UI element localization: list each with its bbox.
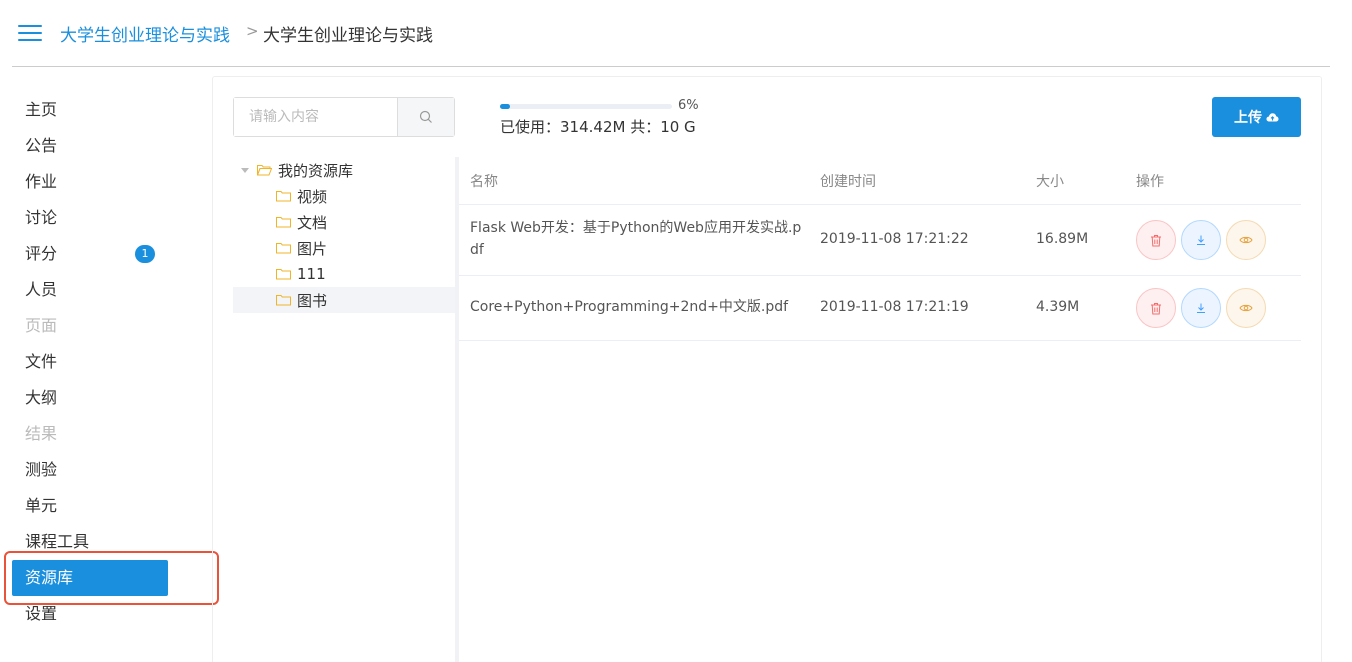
table-row: Flask Web开发：基于Python的Web应用开发实战.pdf 2019-… <box>459 205 1301 276</box>
upload-button-label: 上传 <box>1234 110 1262 126</box>
sidebar-item-label: 设置 <box>25 604 58 623</box>
sidebar-item-label: 测验 <box>25 460 58 479</box>
file-size: 4.39M <box>1036 299 1080 315</box>
tree-node-label: 图书 <box>297 291 328 310</box>
column-header-size: 大小 <box>1036 174 1064 190</box>
sidebar-item-course-tools[interactable]: 课程工具 <box>12 524 168 560</box>
sidebar-item-settings[interactable]: 设置 <box>12 596 168 632</box>
download-button[interactable] <box>1181 288 1221 328</box>
tree-node-label: 图片 <box>297 239 328 258</box>
sidebar-item-label: 人员 <box>25 280 58 299</box>
breadcrumb-course-link[interactable]: 大学生创业理论与实践 <box>60 21 230 46</box>
storage-progress-bar <box>500 104 672 109</box>
column-header-name: 名称 <box>470 174 498 190</box>
menu-toggle-icon[interactable] <box>18 25 42 41</box>
sidebar-item-modules[interactable]: 单元 <box>12 488 168 524</box>
tree-node-books[interactable]: 图书 <box>233 287 455 313</box>
delete-icon <box>1151 302 1161 314</box>
sidebar-item-label: 单元 <box>25 496 58 515</box>
sidebar-item-outcomes: 结果 <box>12 416 168 452</box>
sidebar-item-label: 讨论 <box>25 208 58 227</box>
sidebar-item-label: 作业 <box>25 172 58 191</box>
view-icon <box>1239 236 1253 244</box>
storage-usage-text: 已使用：314.42M 共：10 G <box>500 118 696 136</box>
search-box <box>233 97 455 137</box>
tree-node-root[interactable]: 我的资源库 <box>241 157 455 183</box>
caret-down-icon[interactable] <box>241 167 249 173</box>
download-button[interactable] <box>1181 220 1221 260</box>
folder-open-icon <box>257 165 272 176</box>
sidebar-item-label: 资源库 <box>25 568 74 587</box>
delete-icon <box>1151 234 1161 246</box>
sidebar-item-label: 课程工具 <box>25 532 90 551</box>
sidebar-item-label: 公告 <box>25 136 58 155</box>
tree-node-label: 我的资源库 <box>278 161 354 180</box>
sidebar-item-pages: 页面 <box>12 308 168 344</box>
tree-node-label: 111 <box>297 265 326 283</box>
cloud-upload-icon <box>1266 112 1279 121</box>
sidebar-item-quizzes[interactable]: 测验 <box>12 452 168 488</box>
sidebar-item-syllabus[interactable]: 大纲 <box>12 380 168 416</box>
storage-percent: 6% <box>678 98 699 113</box>
folder-icon <box>276 269 291 280</box>
search-button[interactable] <box>398 98 454 136</box>
breadcrumb-current: 大学生创业理论与实践 <box>263 26 433 46</box>
upload-button[interactable]: 上传 <box>1212 97 1301 137</box>
tree-node-111[interactable]: 111 <box>233 261 455 287</box>
breadcrumb-separator: > <box>246 22 259 40</box>
file-name[interactable]: Core+Python+Programming+2nd+中文版.pdf <box>470 296 805 318</box>
folder-icon <box>276 295 291 306</box>
delete-button[interactable] <box>1136 288 1176 328</box>
view-icon <box>1239 304 1253 312</box>
file-name[interactable]: Flask Web开发：基于Python的Web应用开发实战.pdf <box>470 217 805 261</box>
folder-icon <box>276 243 291 254</box>
sidebar-item-home[interactable]: 主页 <box>12 92 168 128</box>
folder-icon <box>276 217 291 228</box>
table-row: Core+Python+Programming+2nd+中文版.pdf 2019… <box>459 276 1301 341</box>
sidebar-item-label: 结果 <box>25 424 58 443</box>
column-header-actions: 操作 <box>1136 174 1164 190</box>
folder-icon <box>276 191 291 202</box>
preview-button[interactable] <box>1226 288 1266 328</box>
sidebar-item-grades[interactable]: 评分 1 <box>12 236 168 272</box>
row-divider <box>459 340 1301 341</box>
search-icon <box>419 110 432 123</box>
tree-node-label: 视频 <box>297 187 328 206</box>
sidebar-item-files[interactable]: 文件 <box>12 344 168 380</box>
sidebar-item-label: 页面 <box>25 316 58 335</box>
delete-button[interactable] <box>1136 220 1176 260</box>
sidebar-item-label: 大纲 <box>25 388 58 407</box>
sidebar-item-discussions[interactable]: 讨论 <box>12 200 168 236</box>
sidebar-item-label: 主页 <box>25 100 58 119</box>
sidebar-item-assignments[interactable]: 作业 <box>12 164 168 200</box>
tree-node-images[interactable]: 图片 <box>233 235 455 261</box>
storage-progress-fill <box>500 104 511 109</box>
sidebar-item-resource-library[interactable]: 资源库 <box>12 560 168 596</box>
sidebar-item-label: 评分 <box>25 244 58 263</box>
sidebar-item-announcements[interactable]: 公告 <box>12 128 168 164</box>
tree-node-label: 文档 <box>297 213 328 232</box>
header-divider <box>12 66 1330 67</box>
sidebar-item-label: 文件 <box>25 352 58 371</box>
download-icon <box>1197 235 1205 245</box>
search-input[interactable] <box>234 98 398 136</box>
grades-count-badge: 1 <box>135 245 155 263</box>
sidebar-item-people[interactable]: 人员 <box>12 272 168 308</box>
tree-node-videos[interactable]: 视频 <box>233 183 455 209</box>
preview-button[interactable] <box>1226 220 1266 260</box>
file-created: 2019-11-08 17:21:22 <box>820 231 969 247</box>
file-size: 16.89M <box>1036 231 1089 247</box>
download-icon <box>1197 303 1205 313</box>
column-header-created: 创建时间 <box>820 174 876 190</box>
tree-node-documents[interactable]: 文档 <box>233 209 455 235</box>
file-created: 2019-11-08 17:21:19 <box>820 299 969 315</box>
top-header: 大学生创业理论与实践 > 大学生创业理论与实践 <box>0 0 1352 66</box>
